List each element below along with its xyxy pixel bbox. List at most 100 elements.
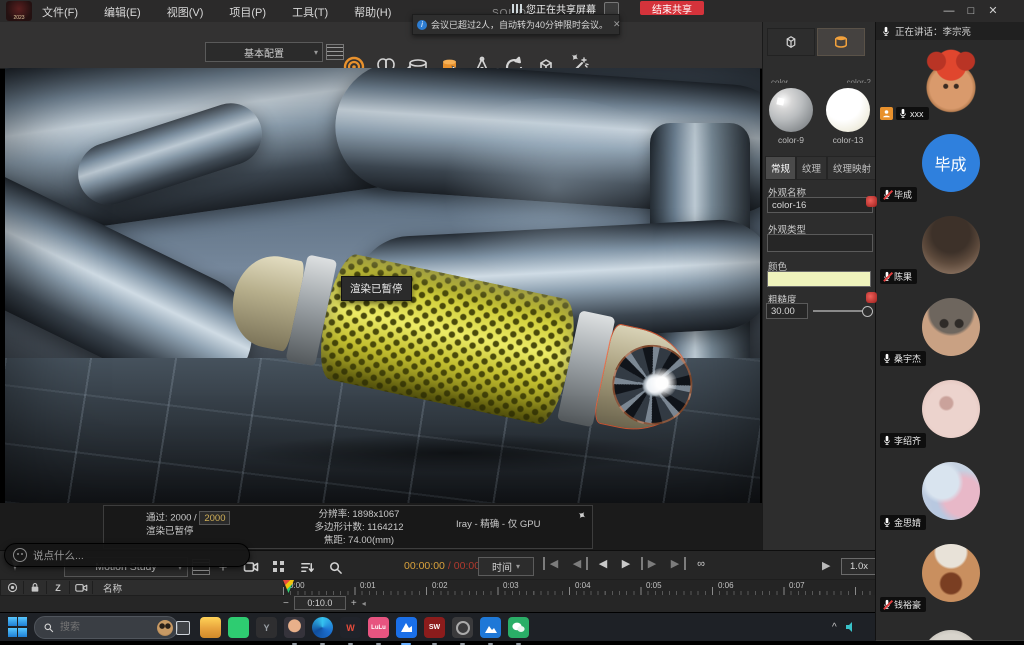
play-button[interactable]: ▶ [618, 557, 634, 570]
menu-bar: 文件(F) 编辑(E) 视图(V) 项目(P) 工具(T) 帮助(H) [42, 4, 417, 20]
grid-view-icon[interactable] [268, 557, 290, 577]
zoom-in-button[interactable]: + [351, 598, 357, 609]
menu-view[interactable]: 视图(V) [167, 4, 204, 20]
toast-close-icon[interactable]: ✕ [613, 19, 621, 30]
participant-tile[interactable]: 陈果 [876, 206, 1024, 289]
step-forward-button[interactable]: ▶ [641, 557, 660, 570]
maximize-button[interactable]: □ [960, 5, 982, 17]
lock-icon[interactable] [24, 581, 47, 594]
y-app-icon[interactable]: Y [256, 617, 277, 638]
swatch-color-9[interactable]: color-9 [769, 88, 813, 145]
speaking-banner: 正在讲话：李宗亮 [876, 22, 1024, 41]
windows-taskbar: Y W LuLu SW ^ [0, 612, 1024, 641]
ring-app-icon[interactable] [452, 617, 473, 638]
task-view-button[interactable] [172, 617, 193, 638]
tray-audio-icon[interactable] [845, 621, 857, 633]
step-back-button[interactable]: ◀ [569, 557, 588, 570]
minimize-button[interactable]: — [938, 5, 960, 17]
passes-input[interactable]: 2000 [199, 511, 230, 525]
wps-icon[interactable]: W [340, 617, 361, 638]
skip-end-button[interactable]: ▶ [667, 557, 686, 570]
mic-icon [883, 517, 891, 528]
tab-general[interactable]: 常规 [765, 156, 796, 180]
zoom-out-button[interactable]: − [283, 598, 289, 609]
participant-tile[interactable]: 桑宇杰 [876, 288, 1024, 371]
signal-bars-icon [512, 4, 522, 13]
close-button[interactable]: ✕ [982, 4, 1004, 17]
participant-tile[interactable]: 李绍齐 [876, 370, 1024, 453]
person-app-icon[interactable] [284, 617, 305, 638]
screen-share-banner: 您正在共享屏幕 [512, 1, 596, 15]
tab-texture-mapping[interactable]: 纹理映射 [827, 156, 877, 180]
name-column-header: 名称 [103, 581, 122, 595]
appearance-type-dropdown[interactable] [767, 234, 873, 252]
participant-tile[interactable]: 毕成 毕成 [876, 124, 1024, 207]
toast-text: 会议已超过2人，自动转为40分钟限时会议。 [431, 18, 608, 31]
timeline-ruler[interactable]: 0:00 0:01 0:02 0:03 0:04 0:05 0:06 0:07 [283, 579, 875, 595]
slider-handle[interactable] [862, 306, 873, 317]
zoom-duration-input[interactable]: 0:10.0 [294, 596, 346, 610]
start-button[interactable] [8, 617, 28, 637]
chevron-down-icon: ▾ [516, 562, 520, 571]
tab-model-cube[interactable] [767, 28, 815, 56]
render-viewport[interactable]: 渲染已暂停 [5, 68, 760, 503]
search-owl-avatar [157, 620, 173, 636]
stop-share-button[interactable]: 结束共享 [640, 1, 704, 15]
speed-selector[interactable]: 1.0x [841, 558, 877, 575]
color-swatch[interactable] [767, 271, 871, 287]
menu-tools[interactable]: 工具(T) [292, 4, 328, 20]
edge-icon[interactable] [312, 617, 333, 638]
menu-edit[interactable]: 编辑(E) [104, 4, 141, 20]
configuration-dropdown[interactable]: 基本配置 ▾ [205, 42, 323, 62]
tray-expand-button[interactable]: ^ [832, 622, 837, 633]
visibility-eye-icon[interactable] [1, 581, 24, 594]
time-mode-dropdown[interactable]: 时间 ▾ [478, 557, 534, 576]
appearance-name-input[interactable]: color-16 [767, 197, 873, 213]
skip-start-button[interactable]: ◀ [543, 557, 562, 570]
meeting-app-icon[interactable] [396, 617, 417, 638]
pin-icon[interactable]: ✦ [570, 48, 579, 66]
loop-icon[interactable]: ∞ [693, 558, 709, 570]
collapse-arrow-icon[interactable]: ◂ [362, 599, 366, 608]
playback-speed-play-icon[interactable]: ▶ [822, 559, 830, 572]
material-sphere [826, 88, 870, 132]
sort-icon[interactable] [296, 557, 318, 577]
interpolation-icon[interactable]: Z [47, 581, 70, 594]
swatch-color-13[interactable]: color-13 [826, 88, 870, 145]
roughness-slider[interactable] [813, 310, 869, 312]
mic-muted-icon [883, 599, 891, 610]
participant-tile[interactable]: 金思婧 [876, 452, 1024, 535]
photos-app-icon[interactable] [480, 617, 501, 638]
green-app-icon[interactable] [228, 617, 249, 638]
menu-file[interactable]: 文件(F) [42, 4, 78, 20]
appearance-panel: color color-2 color-9 color-13 常规 纹理 纹理映… [762, 22, 876, 550]
search-input[interactable] [58, 621, 157, 634]
tab-material-cylinder[interactable] [817, 28, 865, 56]
menu-project[interactable]: 项目(P) [229, 4, 266, 20]
info-icon: i [417, 20, 427, 30]
participant-avatar [922, 544, 980, 602]
mic-icon [883, 353, 891, 364]
wechat-icon[interactable] [508, 617, 529, 638]
keyframe-camera-icon[interactable] [70, 581, 93, 594]
solidworks-icon[interactable]: SW [424, 617, 445, 638]
resolution-text: 分辨率: 1898x1067 [289, 508, 429, 521]
roughness-input[interactable]: 30.00 [766, 303, 808, 319]
taskbar-search[interactable] [34, 616, 178, 639]
play-reverse-button[interactable]: ◀ [595, 557, 611, 570]
tab-texture[interactable]: 纹理 [796, 156, 827, 180]
lulu-app-icon[interactable]: LuLu [368, 617, 389, 638]
window-controls: — □ ✕ [938, 4, 1004, 17]
explorer-icon[interactable] [200, 617, 221, 638]
host-badge-icon [880, 107, 893, 120]
menu-help[interactable]: 帮助(H) [354, 4, 391, 20]
reaction-emoji [866, 196, 877, 207]
meeting-chat-bubble[interactable]: 说点什么... [4, 543, 250, 567]
search-icon[interactable] [324, 557, 346, 577]
participant-avatar [922, 216, 980, 274]
pin-icon[interactable]: ✦ [577, 509, 586, 522]
participant-tile[interactable]: 钱裕豪 [876, 534, 1024, 617]
main-toolbar: 基本配置 ▾ ✦ [0, 22, 762, 69]
participant-tile[interactable] [876, 616, 1024, 641]
participant-tile[interactable]: xxx [876, 40, 1024, 125]
